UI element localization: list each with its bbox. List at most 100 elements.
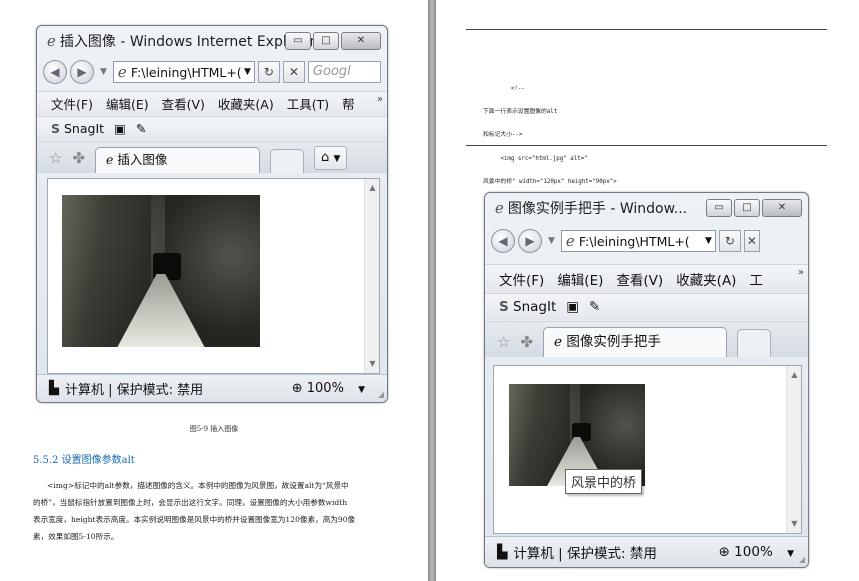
vertical-scrollbar[interactable]: ▲ ▼: [364, 179, 379, 373]
resize-grip-icon[interactable]: ◢: [378, 390, 384, 399]
menu-edit[interactable]: 编辑(E): [557, 269, 603, 289]
snagit-capture-icon[interactable]: ▣: [114, 121, 126, 136]
code-line: 风景中的桥" width="120px" height="90px">: [483, 179, 617, 186]
vertical-scrollbar[interactable]: ▲ ▼: [786, 366, 801, 533]
section-heading: 5.5.2 设置图像参数alt: [33, 455, 135, 466]
tab-bar: ☆ ✤ ℯ 图像实例手把手: [485, 321, 808, 357]
back-icon[interactable]: ◀: [43, 60, 67, 84]
new-tab-button[interactable]: [737, 329, 772, 357]
figure-caption: 图5-9 插入图像: [189, 425, 239, 433]
favorites-star-icon[interactable]: ☆: [49, 149, 62, 173]
chevron-more-icon[interactable]: »: [798, 267, 804, 278]
snagit-edit-icon[interactable]: ✎: [589, 299, 600, 315]
navigation-bar: ◀ ▶ ▼ ℯ F:\leining\HTML+( ▼ ↻ ✕ Googl: [43, 58, 381, 86]
menu-view[interactable]: 查看(V): [162, 94, 205, 113]
code-line: 下面一行表示设置图像的alt: [483, 108, 558, 115]
snagit-capture-icon[interactable]: ▣: [566, 299, 579, 315]
tab-image-example[interactable]: ℯ 图像实例手把手: [543, 327, 728, 357]
chevron-more-icon[interactable]: »: [377, 94, 383, 105]
favorites-star-icon[interactable]: ☆: [497, 333, 510, 357]
snagit-label: SnagIt: [64, 121, 105, 136]
snagit-toolbar: S SnagIt ▣ ✎: [37, 116, 387, 140]
tab-label: 图像实例手把手: [566, 334, 661, 350]
menu-favorites[interactable]: 收藏夹(A): [676, 269, 736, 289]
menu-tools[interactable]: 工: [749, 269, 763, 289]
page-content-area: 风景中的桥 ▲ ▼: [493, 365, 802, 534]
history-dropdown-icon[interactable]: ▼: [100, 67, 107, 77]
paragraph-line: 素，效果如图5-10所示。: [33, 532, 119, 541]
maximize-icon[interactable]: □: [734, 199, 760, 217]
status-bar: ▙ 计算机 | 保护模式: 禁用 ⊕ 100% ▼ ◢: [37, 374, 387, 402]
window-controls: ▭ □ ✕: [706, 199, 802, 217]
zoom-control[interactable]: ⊕ 100% ▼: [292, 381, 365, 396]
close-icon[interactable]: ✕: [341, 32, 381, 50]
menu-edit[interactable]: 编辑(E): [106, 94, 149, 113]
add-favorites-icon[interactable]: ✤: [72, 149, 85, 173]
menu-file[interactable]: 文件(F): [499, 269, 544, 289]
address-bar[interactable]: ℯ F:\leining\HTML+( ▼: [112, 61, 255, 83]
minimize-icon[interactable]: ▭: [706, 199, 732, 217]
ie-logo-icon: ℯ: [495, 199, 504, 217]
search-input[interactable]: Googl: [307, 61, 381, 83]
refresh-icon[interactable]: ↻: [718, 230, 741, 252]
new-tab-button[interactable]: [270, 149, 305, 173]
snagit-button[interactable]: S SnagIt: [499, 299, 556, 315]
snagit-button[interactable]: S SnagIt: [51, 121, 104, 136]
add-favorites-icon[interactable]: ✤: [520, 333, 533, 357]
stop-icon[interactable]: ✕: [743, 230, 760, 252]
menu-bar: 文件(F) 编辑(E) 查看(V) 收藏夹(A) 工具(T) 帮 »: [37, 91, 387, 115]
snagit-icon: S: [51, 121, 61, 136]
address-dropdown-icon[interactable]: ▼: [244, 67, 254, 77]
computer-icon: ▙: [497, 544, 508, 560]
ie-logo-icon: ℯ: [47, 32, 56, 50]
code-line: 和标记大小-->: [483, 132, 523, 139]
status-text: 计算机 | 保护模式: 禁用: [513, 546, 657, 562]
menu-tools[interactable]: 工具(T): [287, 94, 329, 113]
snagit-edit-icon[interactable]: ✎: [136, 121, 146, 136]
maximize-icon[interactable]: □: [313, 32, 339, 50]
history-dropdown-icon[interactable]: ▼: [548, 236, 555, 246]
forward-icon[interactable]: ▶: [70, 60, 94, 84]
address-dropdown-icon[interactable]: ▼: [705, 236, 715, 246]
zoom-icon: ⊕: [291, 381, 303, 396]
stop-icon[interactable]: ✕: [282, 61, 305, 83]
minimize-icon[interactable]: ▭: [285, 32, 311, 50]
book-gutter: [428, 0, 436, 581]
back-icon[interactable]: ◀: [491, 229, 515, 253]
snagit-icon: S: [499, 299, 509, 315]
refresh-icon[interactable]: ↻: [257, 61, 280, 83]
tab-label: 插入图像: [117, 152, 168, 167]
window-title: 图像实例手把手 - Window...: [507, 201, 688, 217]
scroll-down-icon[interactable]: ▼: [365, 357, 380, 371]
menu-help[interactable]: 帮: [342, 94, 355, 113]
tab-bar: ☆ ✤ ℯ 插入图像 ⌂ ▼: [37, 141, 387, 173]
status-text: 计算机 | 保护模式: 禁用: [65, 383, 204, 398]
address-text: F:\leining\HTML+(: [578, 233, 690, 249]
navigation-bar: ◀ ▶ ▼ ℯ F:\leining\HTML+( ▼ ↻ ✕: [491, 227, 802, 255]
menu-view[interactable]: 查看(V): [616, 269, 663, 289]
left-book-page: ℯ 插入图像 - Windows Internet Explorer ▭ □ ✕…: [0, 0, 428, 581]
address-text: F:\leining\HTML+(: [130, 64, 242, 80]
code-line: <img src="html.jpg" alt=": [483, 155, 588, 162]
forward-icon[interactable]: ▶: [518, 229, 542, 253]
resize-grip-icon[interactable]: ◢: [799, 555, 805, 564]
scroll-up-icon[interactable]: ▲: [365, 181, 380, 195]
tab-insert-image[interactable]: ℯ 插入图像: [95, 147, 261, 173]
zoom-dropdown-icon[interactable]: ▼: [787, 549, 794, 559]
menu-file[interactable]: 文件(F): [51, 94, 93, 113]
address-bar[interactable]: ℯ F:\leining\HTML+( ▼: [560, 230, 716, 252]
computer-icon: ▙: [49, 381, 59, 396]
close-icon[interactable]: ✕: [762, 199, 802, 217]
zoom-control[interactable]: ⊕ 100% ▼: [719, 544, 794, 560]
page-icon: ℯ: [565, 232, 575, 250]
menu-favorites[interactable]: 收藏夹(A): [218, 94, 274, 113]
home-dropdown-icon[interactable]: ▼: [333, 154, 340, 164]
code-top-rule: [466, 29, 827, 30]
home-icon[interactable]: ⌂ ▼: [314, 146, 348, 170]
zoom-dropdown-icon[interactable]: ▼: [358, 385, 365, 395]
scroll-up-icon[interactable]: ▲: [787, 368, 802, 382]
paragraph-line: <img>标记中的alt参数，描述图像的含义。本例中的图像为风景图，故设置alt…: [47, 481, 349, 490]
alt-tooltip: 风景中的桥: [565, 469, 643, 494]
scroll-down-icon[interactable]: ▼: [787, 517, 802, 531]
code-line: <!--: [483, 85, 525, 92]
